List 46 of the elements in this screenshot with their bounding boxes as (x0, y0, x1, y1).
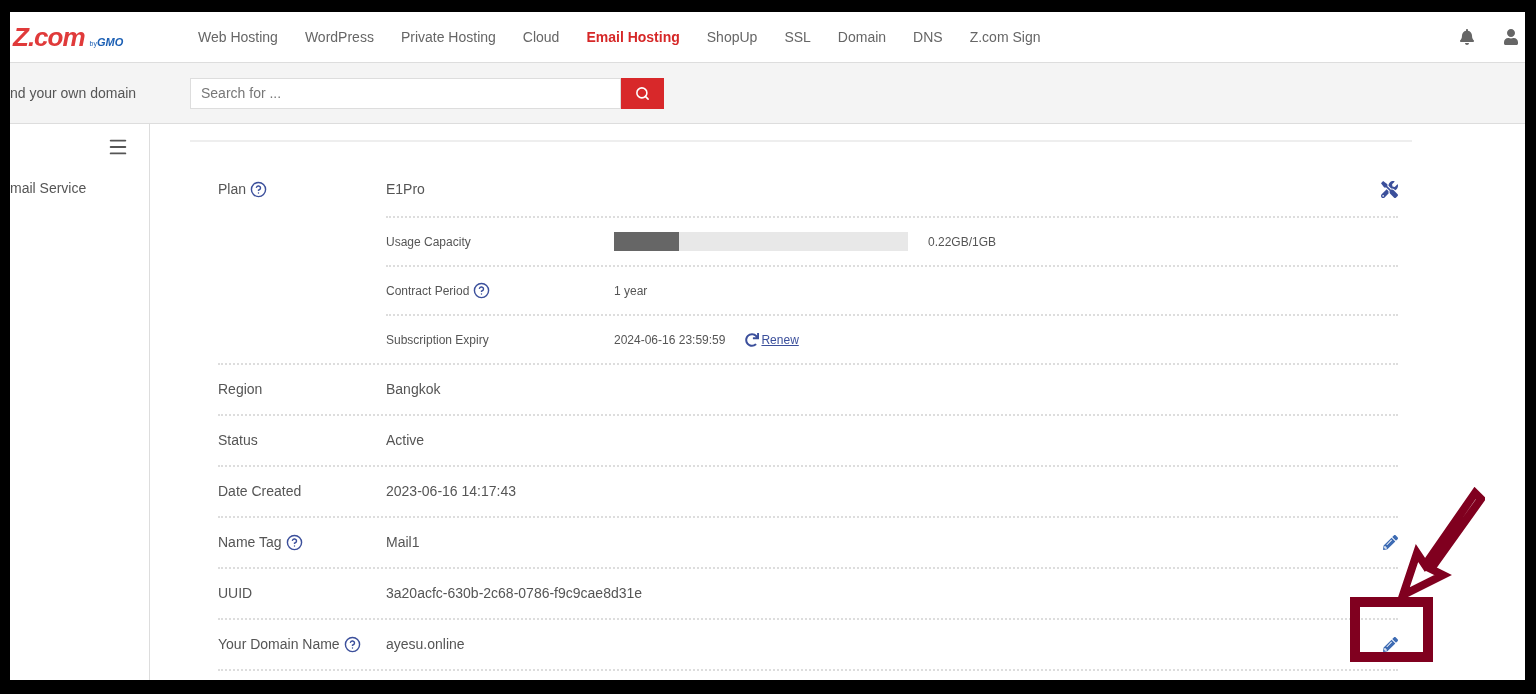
field-label: Date Created (218, 482, 302, 501)
usage-reading: 0.22GB/1GB (928, 233, 997, 251)
sidebar-item[interactable]: mail Service (10, 178, 149, 199)
nav-link[interactable]: DNS (913, 26, 943, 48)
pencil-icon[interactable] (1383, 637, 1398, 652)
curved-arrow-icon (745, 332, 760, 347)
nav-link[interactable]: Domain (837, 26, 887, 48)
field-label: Usage Capacity (386, 233, 471, 251)
tools-icon[interactable] (1381, 180, 1398, 198)
nav-link[interactable]: Cloud (522, 26, 560, 48)
nav-link[interactable]: Private Hosting (400, 26, 496, 48)
field-value: 1 year (614, 282, 648, 300)
field-label: Name Tag (218, 533, 282, 552)
field-value: Mail1 (386, 533, 420, 552)
field-value: Bangkok (386, 380, 441, 399)
nav-link[interactable]: SSL (784, 26, 811, 48)
pencil-icon[interactable] (1383, 535, 1398, 550)
field-label: Your Domain Name (218, 635, 340, 654)
help-icon[interactable] (473, 282, 491, 299)
renew-link[interactable]: Renew (761, 330, 799, 349)
nav-link[interactable]: WordPress (304, 26, 374, 48)
nav-link[interactable]: Web Hosting (198, 26, 278, 48)
field-label: UUID (218, 584, 253, 603)
field-value: 2024-06-16 23:59:59 (614, 331, 726, 349)
help-icon[interactable] (250, 180, 268, 198)
search-icon (635, 85, 650, 101)
nav-link[interactable]: Z.com Sign (969, 26, 1041, 48)
nav-link[interactable]: ShopUp (706, 26, 758, 48)
search-prompt: nd your own domain (10, 83, 138, 103)
search-button[interactable] (621, 77, 664, 109)
nav-link[interactable]: Email Hosting (586, 26, 680, 48)
field-label: Contract Period (386, 282, 470, 300)
user-icon[interactable] (1503, 29, 1519, 45)
field-value: 3a20acfc-630b-2c68-0786-f9c9cae8d31e (386, 584, 643, 603)
field-label: Status (218, 431, 258, 450)
field-label: Plan (218, 179, 247, 199)
field-value: 2023-06-16 14:17:43 (386, 482, 516, 501)
bell-icon[interactable] (1459, 29, 1475, 45)
field-value: ayesu.online (386, 635, 465, 654)
help-icon[interactable] (343, 636, 361, 653)
field-value: Active (386, 431, 425, 450)
search-field[interactable]: Search for ... (190, 77, 621, 109)
field-value: E1Pro (386, 179, 425, 199)
field-label: Subscription Expiry (386, 331, 489, 349)
help-icon[interactable] (285, 534, 303, 551)
field-label: Region (218, 380, 263, 399)
